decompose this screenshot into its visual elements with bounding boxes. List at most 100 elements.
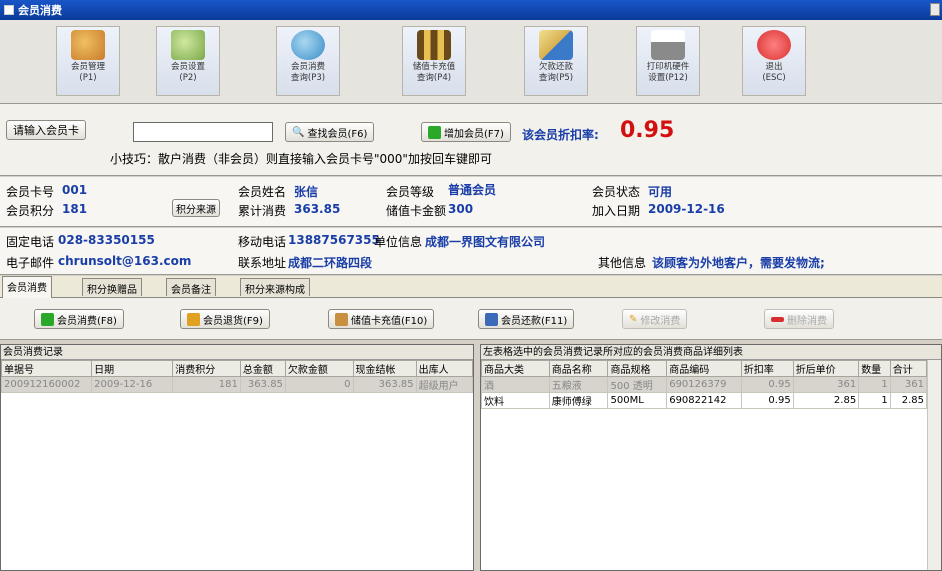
product-details-grid: 左表格选中的会员消费记录所对应的会员消费商品详细列表 商品大类 商品名称 商品规… <box>480 344 942 571</box>
table-header: 单据号 日期 消费积分 总金额 欠款金额 现金结帐 出库人 <box>0 360 474 377</box>
points-value: 181 <box>62 202 88 216</box>
col-header[interactable]: 折扣率 <box>740 360 794 377</box>
email-label: 电子邮件 <box>6 256 55 270</box>
status-value: 可用 <box>648 185 673 199</box>
title-bar: 会员消费 <box>0 0 942 20</box>
coins-icon <box>335 312 348 326</box>
col-header[interactable]: 商品编码 <box>666 360 742 377</box>
tab-member-notes[interactable]: 会员备注 <box>166 278 216 296</box>
repay-label: 会员还款(F11) <box>501 315 568 327</box>
search-icon: 🔍 <box>292 126 305 138</box>
product-details-title: 左表格选中的会员消费记录所对应的会员消费商品详细列表 <box>481 345 941 360</box>
return-icon <box>187 312 200 326</box>
cell: 363.85 <box>352 376 417 393</box>
card-no-label: 会员卡号 <box>6 185 55 199</box>
cell: 酒 <box>481 376 550 393</box>
cell: 2.85 <box>792 392 860 409</box>
col-header[interactable]: 商品规格 <box>607 360 668 377</box>
window-title: 会员消费 <box>18 4 62 17</box>
level-label: 会员等级 <box>386 185 435 199</box>
balance-value: 300 <box>448 202 474 216</box>
col-header[interactable]: 日期 <box>91 360 174 377</box>
cell: 200912160002 <box>0 376 93 393</box>
other-info-label: 其他信息 <box>598 256 647 270</box>
discount-value: 0.95 <box>620 118 675 143</box>
printer-settings-button[interactable]: 打印机硬件 设置(P12) <box>636 26 700 96</box>
cell: 0 <box>284 376 354 393</box>
join-date-value: 2009-12-16 <box>648 202 725 216</box>
card-icon <box>539 30 573 60</box>
member-settings-label: 会员设置 (P2) <box>170 62 205 83</box>
recharge-query-button[interactable]: 储值卡充值 查询(P4) <box>402 26 466 96</box>
status-label: 会员状态 <box>592 185 641 199</box>
table-row[interactable]: 酒 五粮液 500 透明 690126379 0.95 361 1 361 <box>481 376 928 393</box>
col-header[interactable]: 总金额 <box>239 360 286 377</box>
col-header[interactable]: 消费积分 <box>172 360 241 377</box>
cell: 2009-12-16 <box>91 376 174 393</box>
cell: 361 <box>889 376 928 393</box>
close-icon[interactable] <box>930 3 940 16</box>
cell: 0.95 <box>740 392 794 409</box>
col-header[interactable]: 数量 <box>858 360 891 377</box>
discount-label: 该会员折扣率: <box>522 128 599 142</box>
recharge-label: 储值卡充值(F10) <box>351 315 428 327</box>
company-label: 单位信息 <box>374 235 423 249</box>
member-card-input[interactable] <box>133 122 273 142</box>
tab-member-consumption[interactable]: 会员消费 <box>2 276 52 298</box>
join-date-label: 加入日期 <box>592 204 641 218</box>
debt-repayment-button[interactable]: 欠款还款 查询(P5) <box>524 26 588 96</box>
exit-button[interactable]: 退出 (ESC) <box>742 26 806 96</box>
add-icon <box>428 125 441 139</box>
col-header[interactable]: 单据号 <box>0 360 93 377</box>
points-source-button[interactable]: 积分来源 <box>172 199 220 217</box>
printer-icon <box>651 30 685 60</box>
repay-button[interactable]: 会员还款(F11) <box>478 309 575 329</box>
tab-points-gift[interactable]: 积分换赠品 <box>82 278 142 296</box>
action-bar: 会员消费(F8) 会员退货(F9) 储值卡充值(F10) 会员还款(F11) ✎… <box>0 298 942 340</box>
member-consume-button[interactable]: 会员消费(F8) <box>34 309 124 329</box>
cell: 500ML <box>607 392 668 409</box>
table-header: 商品大类 商品名称 商品规格 商品编码 折扣率 折后单价 数量 合计 <box>481 360 928 377</box>
add-member-button[interactable]: 增加会员(F7) <box>421 122 511 142</box>
consumption-query-button[interactable]: 会员消费 查询(P3) <box>276 26 340 96</box>
col-header[interactable]: 出库人 <box>415 360 474 377</box>
cell: 1 <box>858 392 891 409</box>
cell: 康师傅绿 <box>548 392 609 409</box>
recharge-button[interactable]: 储值卡充值(F10) <box>328 309 435 329</box>
delete-consumption-button[interactable]: 删除消费 <box>764 309 834 329</box>
col-header[interactable]: 折后单价 <box>792 360 860 377</box>
col-header[interactable]: 现金结帐 <box>352 360 417 377</box>
toolbar: 会员管理 (P1) 会员设置 (P2) 会员消费 查询(P3) 储值卡充值 查询… <box>0 20 942 104</box>
mobile-value: 13887567355 <box>288 233 380 247</box>
vertical-scrollbar[interactable] <box>927 360 941 570</box>
delete-consumption-label: 删除消费 <box>787 315 827 327</box>
other-info-value: 该顾客为外地客户，需要发物流; <box>652 256 825 270</box>
col-header[interactable]: 欠款金额 <box>284 360 354 377</box>
table-row[interactable]: 饮料 康师傅绿 500ML 690822142 0.95 2.85 1 2.85 <box>481 392 928 409</box>
cell: 361 <box>792 376 860 393</box>
cell: 0.95 <box>740 376 794 393</box>
member-consume-label: 会员消费(F8) <box>57 315 117 327</box>
col-header[interactable]: 商品大类 <box>481 360 550 377</box>
debt-repayment-label: 欠款还款 查询(P5) <box>538 62 574 83</box>
member-settings-button[interactable]: 会员设置 (P2) <box>156 26 220 96</box>
col-header[interactable]: 合计 <box>889 360 928 377</box>
app-icon <box>4 5 14 15</box>
level-value: 普通会员 <box>448 183 497 197</box>
find-member-button[interactable]: 🔍 查找会员(F6) <box>285 122 375 142</box>
member-return-button[interactable]: 会员退货(F9) <box>180 309 270 329</box>
power-icon <box>757 30 791 60</box>
name-value: 张信 <box>294 185 319 199</box>
exit-label: 退出 (ESC) <box>762 62 786 83</box>
cell: 五粮液 <box>548 376 609 393</box>
phone-label: 固定电话 <box>6 235 55 249</box>
total-value: 363.85 <box>294 202 341 216</box>
recharge-query-label: 储值卡充值 查询(P4) <box>412 62 456 83</box>
tab-points-source[interactable]: 积分来源构成 <box>240 278 310 296</box>
col-header[interactable]: 商品名称 <box>548 360 609 377</box>
delete-icon <box>771 316 784 322</box>
table-row[interactable]: 200912160002 2009-12-16 181 363.85 0 363… <box>0 376 474 393</box>
member-management-button[interactable]: 会员管理 (P1) <box>56 26 120 96</box>
company-value: 成都一界图文有限公司 <box>425 235 546 249</box>
edit-consumption-button[interactable]: ✎ 修改消费 <box>622 309 688 329</box>
